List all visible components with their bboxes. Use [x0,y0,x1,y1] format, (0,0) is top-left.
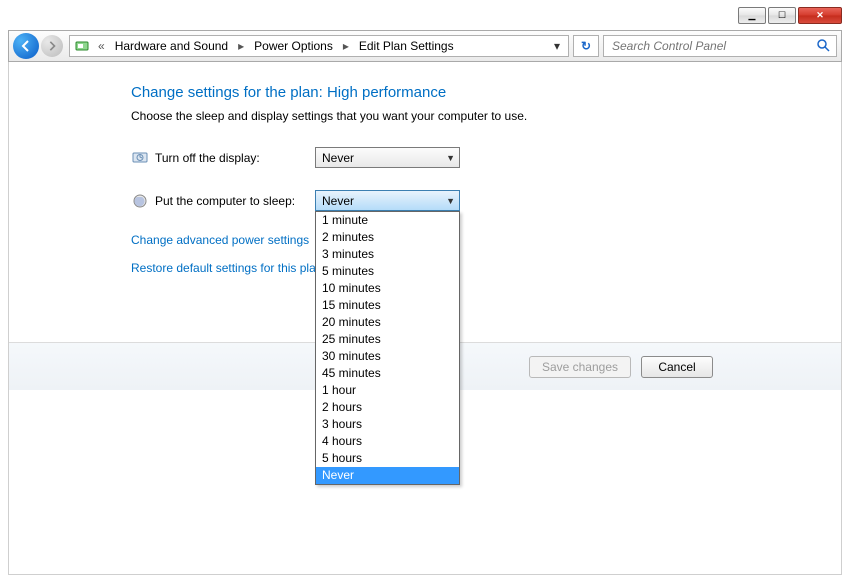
dropdown-option[interactable]: 5 minutes [316,263,459,280]
navbar: « Hardware and Sound ▸ Power Options ▸ E… [8,30,842,62]
dropdown-option[interactable]: 2 hours [316,399,459,416]
window-titlebar: ▁ ☐ ✕ [0,0,850,30]
advanced-settings-link[interactable]: Change advanced power settings [131,233,813,247]
dropdown-option[interactable]: 3 minutes [316,246,459,263]
setting-label: Put the computer to sleep: [155,194,315,208]
display-icon [131,149,149,167]
dropdown-value: Never [322,194,354,208]
page-subtitle: Choose the sleep and display settings th… [131,109,813,123]
dropdown-option[interactable]: 30 minutes [316,348,459,365]
dropdown-option[interactable]: 4 hours [316,433,459,450]
dropdown-option[interactable]: 5 hours [316,450,459,467]
dropdown-option[interactable]: 15 minutes [316,297,459,314]
address-bar[interactable]: « Hardware and Sound ▸ Power Options ▸ E… [69,35,569,57]
setting-display: Turn off the display: Never ▼ [131,147,813,168]
chevron-down-icon: ▼ [446,196,455,206]
chevron-right-icon: ▸ [234,39,248,53]
display-timeout-dropdown[interactable]: Never ▼ [315,147,460,168]
search-icon[interactable] [816,38,830,55]
chevron-right-icon: ▸ [339,39,353,53]
sleep-timeout-dropdown[interactable]: Never ▼ 1 minute 2 minutes 3 minutes 5 m… [315,190,460,211]
chevron-down-icon: ▼ [446,153,455,163]
dropdown-option[interactable]: Never [316,467,459,484]
dropdown-value: Never [322,151,354,165]
content-area: Change settings for the plan: High perfo… [8,62,842,575]
cancel-button[interactable]: Cancel [641,356,713,378]
dropdown-option[interactable]: 45 minutes [316,365,459,382]
dropdown-option[interactable]: 25 minutes [316,331,459,348]
dropdown-option[interactable]: 1 minute [316,212,459,229]
setting-label: Turn off the display: [155,151,315,165]
sleep-icon [131,192,149,210]
search-input[interactable] [610,38,816,54]
sleep-dropdown-list: 1 minute 2 minutes 3 minutes 5 minutes 1… [315,211,460,485]
search-box[interactable] [603,35,837,57]
save-button: Save changes [529,356,631,378]
chevron-left-icon: « [94,39,109,53]
dropdown-option[interactable]: 20 minutes [316,314,459,331]
back-button[interactable] [13,33,39,59]
setting-sleep: Put the computer to sleep: Never ▼ 1 min… [131,190,813,211]
dropdown-option[interactable]: 10 minutes [316,280,459,297]
minimize-button[interactable]: ▁ [738,7,766,24]
breadcrumb-item[interactable]: Power Options [252,37,335,55]
maximize-button[interactable]: ☐ [768,7,796,24]
refresh-button[interactable]: ↻ [573,35,599,57]
control-panel-icon [74,38,90,54]
restore-defaults-link[interactable]: Restore default settings for this plan [131,261,813,275]
dropdown-option[interactable]: 3 hours [316,416,459,433]
dropdown-option[interactable]: 1 hour [316,382,459,399]
breadcrumb-item[interactable]: Hardware and Sound [113,37,230,55]
breadcrumb-item[interactable]: Edit Plan Settings [357,37,456,55]
dropdown-option[interactable]: 2 minutes [316,229,459,246]
chevron-down-icon[interactable]: ▾ [554,39,564,53]
page-title: Change settings for the plan: High perfo… [131,84,813,101]
close-button[interactable]: ✕ [798,7,842,24]
forward-button[interactable] [41,35,63,57]
